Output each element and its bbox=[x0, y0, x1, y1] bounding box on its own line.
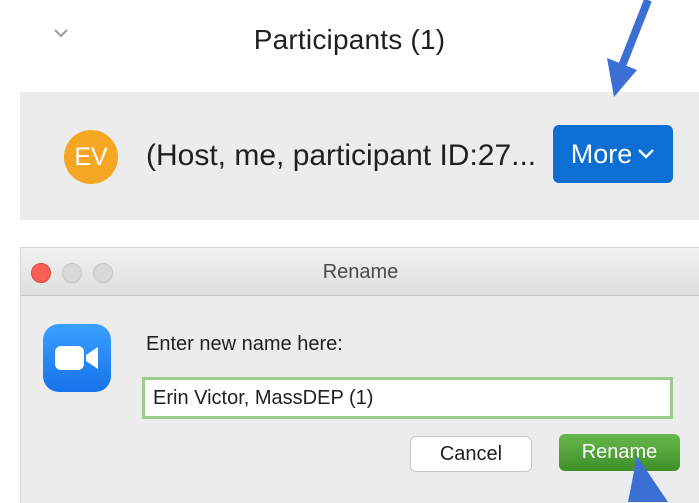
more-button[interactable]: More bbox=[553, 125, 673, 183]
chevron-down-icon bbox=[638, 149, 655, 159]
more-button-label: More bbox=[570, 138, 633, 169]
new-name-field[interactable] bbox=[142, 377, 673, 419]
dialog-titlebar[interactable]: Rename bbox=[21, 248, 699, 296]
rename-prompt: Enter new name here: bbox=[146, 333, 343, 355]
participant-name: (Host, me, participant ID:27... bbox=[146, 139, 537, 172]
participant-row[interactable]: EV (Host, me, participant ID:27... More bbox=[20, 92, 699, 220]
pointer-arrow-icon bbox=[628, 456, 668, 502]
rename-dialog: Rename Enter new name here: Cancel Renam… bbox=[20, 247, 699, 503]
dialog-title: Rename bbox=[322, 261, 399, 283]
participants-header: Participants (1) bbox=[0, 0, 699, 90]
participants-title: Participants (1) bbox=[253, 24, 446, 55]
zoom-camera-icon bbox=[43, 324, 111, 392]
avatar: EV bbox=[64, 130, 118, 184]
cancel-button[interactable]: Cancel bbox=[410, 436, 532, 472]
pointer-arrow-icon bbox=[607, 0, 652, 97]
